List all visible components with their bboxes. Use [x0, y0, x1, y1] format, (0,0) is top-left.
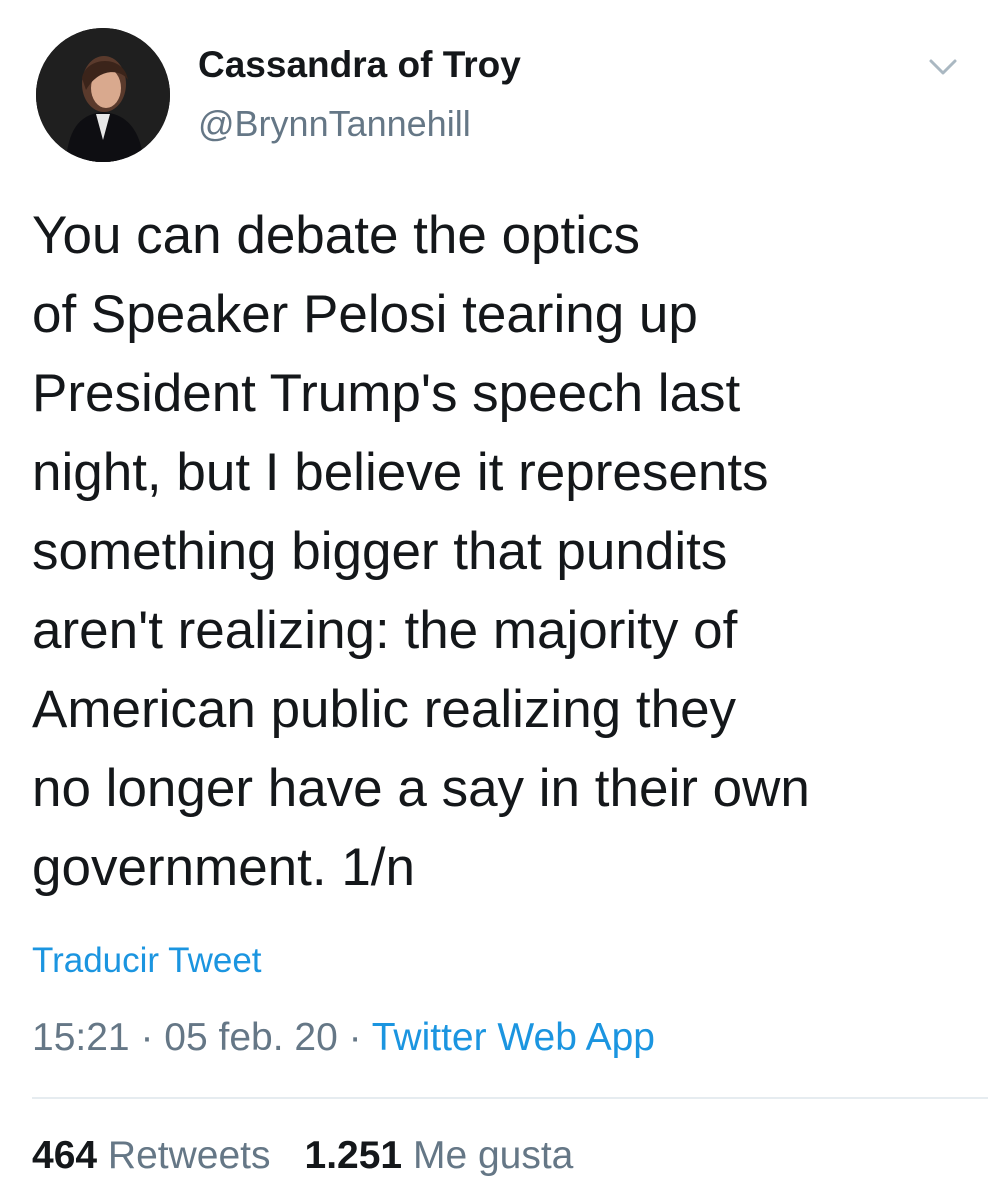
tweet-time[interactable]: 15:21 [32, 1016, 130, 1059]
translate-tweet-link[interactable]: Traducir Tweet [32, 936, 262, 986]
tweet-date[interactable]: 05 feb. 20 [164, 1016, 337, 1059]
tweet-source-link[interactable]: Twitter Web App [372, 1016, 655, 1059]
likes-label: Me gusta [412, 1134, 574, 1177]
tweet-header: Cassandra of Troy @BrynnTannehill [30, 28, 960, 164]
likes-stat[interactable]: 1.251 Me gusta [305, 1130, 574, 1182]
avatar-image [36, 28, 170, 162]
tweet-stats: 464 Retweets 1.251 Me gusta [32, 1130, 573, 1182]
display-name[interactable]: Cassandra of Troy [198, 42, 521, 88]
chevron-down-icon[interactable] [926, 54, 960, 80]
retweets-count: 464 [32, 1134, 98, 1177]
divider [32, 1097, 988, 1099]
retweets-stat[interactable]: 464 Retweets [32, 1130, 271, 1182]
avatar[interactable] [36, 28, 170, 162]
meta-separator: · [129, 1016, 165, 1059]
retweets-label: Retweets [107, 1134, 271, 1177]
tweet-text: You can debate the optics of Speaker Pel… [32, 206, 810, 897]
meta-separator: · [337, 1016, 372, 1059]
user-handle[interactable]: @BrynnTannehill [198, 102, 521, 146]
user-names: Cassandra of Troy @BrynnTannehill [198, 42, 521, 146]
tweet-meta: 15:21 · 05 feb. 20 · Twitter Web App [32, 1012, 655, 1064]
tweet-card: Cassandra of Troy @BrynnTannehill You ca… [0, 0, 988, 1200]
likes-count: 1.251 [304, 1134, 403, 1177]
